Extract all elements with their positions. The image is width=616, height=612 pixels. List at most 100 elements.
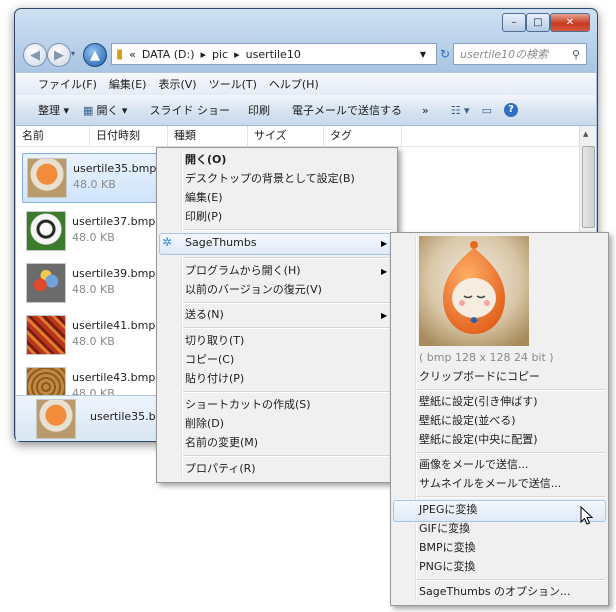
forward-button[interactable]: ▶	[47, 43, 71, 67]
submenu-item-options[interactable]: SageThumbs のオプション...	[419, 582, 571, 602]
preview-pane-icon[interactable]: ▭	[482, 104, 492, 117]
file-size: 48.0 KB	[72, 283, 115, 296]
menu-bar: ファイル(F) 編集(E) 表示(V) ツール(T) ヘルプ(H)	[16, 72, 596, 96]
more-button[interactable]: »	[422, 104, 429, 117]
menu-item-print[interactable]: 印刷(P)	[185, 207, 222, 227]
menu-edit[interactable]: 編集(E)	[103, 76, 153, 92]
menu-view[interactable]: 表示(V)	[152, 76, 202, 92]
column-header: 名前 日付時刻 種類 サイズ タグ	[16, 126, 579, 147]
menu-item-cut[interactable]: 切り取り(T)	[185, 331, 244, 351]
submenu-item-convert-bmp[interactable]: BMPに変換	[419, 538, 476, 558]
arrow-right-icon: ▶	[54, 47, 64, 63]
menu-item-rename[interactable]: 名前の変更(M)	[185, 433, 258, 453]
submenu-item-mail-thumbnail[interactable]: サムネイルをメールで送信...	[419, 474, 561, 494]
organize-button[interactable]: 整理 ▾	[38, 102, 69, 118]
submenu-item-copy-clipboard[interactable]: クリップボードにコピー	[419, 367, 540, 387]
context-menu: 開く(O) デスクトップの背景として設定(B) 編集(E) 印刷(P) ✲ Sa…	[156, 147, 398, 483]
file-name: usertile37.bmp	[72, 215, 156, 228]
breadcrumb-overflow[interactable]: «	[129, 48, 136, 61]
breadcrumb-sep[interactable]: ▸	[234, 48, 240, 61]
menu-item-set-desktop[interactable]: デスクトップの背景として設定(B)	[185, 169, 355, 189]
search-icon[interactable]: ⚲	[572, 48, 580, 61]
breadcrumb-usertile10[interactable]: usertile10	[246, 48, 301, 61]
print-button[interactable]: 印刷	[248, 102, 270, 118]
submenu-item-mail-image[interactable]: 画像をメールで送信...	[419, 455, 529, 475]
menu-gutter	[181, 150, 183, 478]
arrow-left-icon: ◀	[30, 47, 40, 63]
file-size: 48.0 KB	[72, 335, 115, 348]
menu-separator	[183, 455, 393, 457]
minimize-button[interactable]: –	[502, 13, 526, 32]
menu-help[interactable]: ヘルプ(H)	[263, 76, 325, 92]
column-type[interactable]: 種類	[168, 126, 248, 146]
email-button[interactable]: 電子メールで送信する	[292, 102, 402, 118]
file-thumbnail	[27, 158, 67, 198]
menu-item-properties[interactable]: プロパティ(R)	[185, 459, 256, 479]
column-date[interactable]: 日付時刻	[90, 126, 168, 146]
menu-item-send-to[interactable]: 送る(N)	[185, 305, 224, 325]
back-button[interactable]: ◀	[23, 43, 47, 67]
menu-item-copy[interactable]: コピー(C)	[185, 350, 234, 370]
file-name: usertile41.bmp	[72, 319, 156, 332]
breadcrumb-pic[interactable]: pic	[212, 48, 228, 61]
menu-item-open[interactable]: 開く(O)	[185, 150, 226, 170]
close-button[interactable]: ✕	[550, 13, 590, 32]
up-button[interactable]: ▲	[83, 43, 107, 67]
search-placeholder: usertile10の検索	[460, 48, 549, 61]
menu-item-sagethumbs[interactable]: SageThumbs	[185, 233, 257, 253]
slideshow-button[interactable]: スライド ショー	[149, 102, 230, 118]
submenu-item-wallpaper-tile[interactable]: 壁紙に設定(並べる)	[419, 411, 516, 431]
menu-file[interactable]: ファイル(F)	[32, 76, 103, 92]
views-icon[interactable]: ☷ ▾	[451, 104, 470, 117]
column-size[interactable]: サイズ	[248, 126, 324, 146]
menu-item-open-with[interactable]: プログラムから開く(H)	[185, 261, 301, 281]
open-label: 開く ▾	[96, 104, 128, 117]
search-input[interactable]: usertile10の検索 ⚲	[453, 43, 587, 65]
menu-separator	[417, 579, 605, 581]
submenu-item-wallpaper-center[interactable]: 壁紙に設定(中央に配置)	[419, 430, 538, 450]
submenu-item-convert-jpeg[interactable]: JPEGに変換	[419, 500, 477, 520]
menu-separator	[183, 391, 393, 393]
submenu-item-convert-png[interactable]: PNGに変換	[419, 557, 475, 577]
file-thumbnail	[26, 315, 66, 355]
open-icon: ▦	[83, 104, 94, 117]
menu-item-create-shortcut[interactable]: ショートカットの作成(S)	[185, 395, 311, 415]
menu-item-paste[interactable]: 貼り付け(P)	[185, 369, 244, 389]
file-name: usertile43.bmp	[72, 371, 156, 384]
submenu-item-wallpaper-stretch[interactable]: 壁紙に設定(引き伸ばす)	[419, 392, 538, 412]
breadcrumb-data[interactable]: DATA (D:)	[142, 48, 195, 61]
menu-separator	[417, 452, 605, 454]
submenu-item-convert-gif[interactable]: GIFに変換	[419, 519, 470, 539]
submenu-arrow-icon: ▶	[381, 267, 388, 276]
help-icon[interactable]: ?	[504, 103, 518, 117]
details-thumbnail	[36, 399, 76, 439]
menu-separator	[183, 257, 393, 259]
submenu-arrow-icon: ▶	[381, 311, 388, 320]
menu-separator	[183, 327, 393, 329]
address-dropdown-icon[interactable]: ▼	[420, 50, 426, 59]
refresh-icon[interactable]: ↻	[439, 43, 451, 65]
sagethumbs-icon: ✲	[162, 235, 173, 249]
column-name[interactable]: 名前	[16, 126, 90, 146]
folder-icon: ▮	[116, 46, 124, 62]
menu-separator	[417, 389, 605, 391]
menu-tools[interactable]: ツール(T)	[203, 76, 263, 92]
breadcrumb-sep[interactable]: ▸	[200, 48, 206, 61]
menu-item-delete[interactable]: 削除(D)	[185, 414, 224, 434]
maximize-button[interactable]: □	[526, 13, 550, 32]
address-bar[interactable]: ▮ « DATA (D:) ▸ pic ▸ usertile10 ▼	[111, 43, 437, 65]
open-button[interactable]: ▦ 開く ▾	[83, 102, 127, 118]
details-file-name: usertile35.bm	[90, 410, 167, 423]
mouse-cursor-icon	[580, 506, 594, 525]
history-dropdown-icon[interactable]: ▾	[71, 49, 75, 58]
menu-item-restore[interactable]: 以前のバージョンの復元(V)	[185, 280, 322, 300]
menu-gutter	[415, 235, 417, 601]
menu-item-edit[interactable]: 編集(E)	[185, 188, 223, 208]
file-name: usertile39.bmp	[72, 267, 156, 280]
scroll-up-icon[interactable]: ▲	[583, 130, 588, 138]
column-tags[interactable]: タグ	[324, 126, 402, 146]
scroll-thumb[interactable]	[582, 146, 595, 228]
sagethumbs-submenu: ( bmp 128 x 128 24 bit ) クリップボードにコピー 壁紙に…	[390, 232, 609, 606]
menu-separator	[183, 302, 393, 304]
command-bar: 整理 ▾ ▦ 開く ▾ スライド ショー 印刷 電子メールで送信する » ☷ ▾ …	[16, 95, 596, 126]
